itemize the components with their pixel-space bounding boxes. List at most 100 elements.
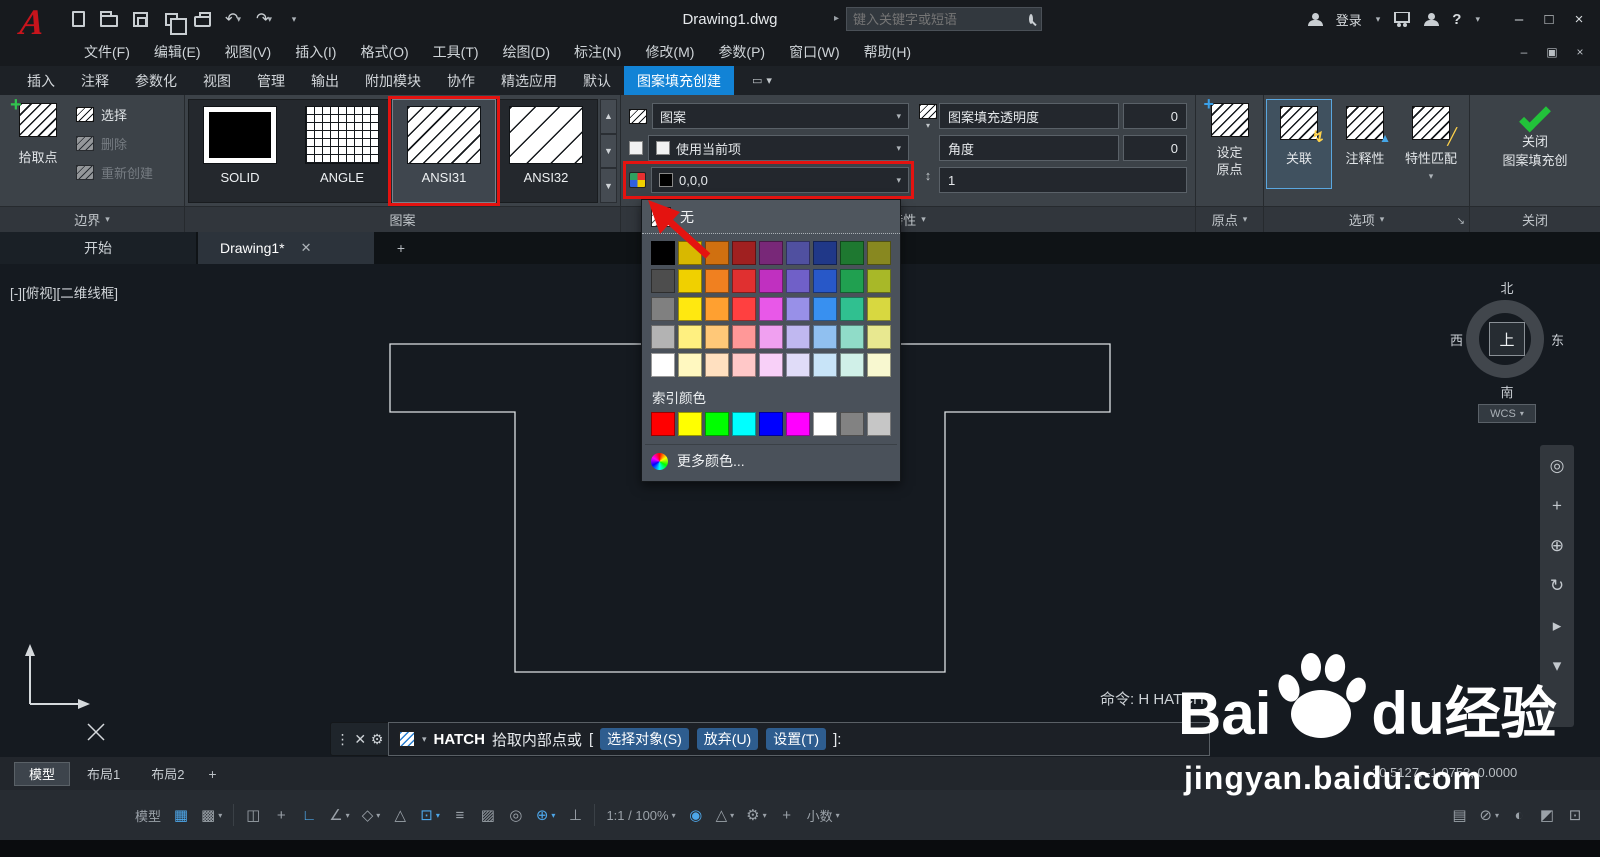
hatch-type-dropdown[interactable]: 图案 ▾ (652, 103, 909, 129)
color-swatch[interactable] (840, 241, 864, 265)
dialog-launcher-icon[interactable]: ↘ (1457, 216, 1465, 227)
auto-annotation-scale-icon[interactable]: △ ▾ (711, 800, 740, 830)
pan-icon[interactable]: + (1544, 493, 1570, 519)
pattern-swatch-angle[interactable]: ANGLE (291, 100, 393, 202)
isolate-objects-icon[interactable]: ◐ (1506, 800, 1532, 830)
command-option[interactable]: 放弃(U) (696, 728, 759, 750)
pick-points-button[interactable]: + 拾取点 (8, 94, 68, 166)
color-swatch[interactable] (786, 297, 810, 321)
quick-properties-icon[interactable]: ▤ (1446, 800, 1472, 830)
color-swatch[interactable] (840, 297, 864, 321)
color-swatch[interactable] (651, 353, 675, 377)
associative-button[interactable]: ↯ 关联 (1266, 99, 1332, 189)
new-drawing-tab-button[interactable]: + (392, 239, 410, 257)
search-icon[interactable] (1029, 14, 1033, 24)
color-swatch[interactable] (759, 353, 783, 377)
ribbon-tab[interactable]: 参数化 (122, 66, 190, 95)
menu-item[interactable]: 绘图(D) (491, 38, 562, 66)
doc-close-button[interactable]: × (1568, 42, 1592, 62)
selection-cycling-icon[interactable]: ◎ (503, 800, 529, 830)
color-swatch[interactable] (651, 325, 675, 349)
dynamic-input-icon[interactable]: + (268, 800, 294, 830)
gallery-expand-button[interactable]: ▼ (600, 168, 617, 204)
show-motion-icon[interactable]: ▸ (1544, 613, 1570, 639)
layout-tab[interactable]: 布局1 (73, 762, 134, 786)
plot-button[interactable] (188, 6, 216, 32)
viewcube-west-label[interactable]: 西 (1450, 330, 1463, 349)
index-color-swatch[interactable] (732, 412, 756, 436)
pattern-swatch-ansi32[interactable]: ANSI32 (495, 100, 597, 202)
object-snap-3d-icon[interactable]: ⊕ ▾ (531, 800, 561, 830)
doc-minimize-button[interactable]: – (1512, 42, 1536, 62)
help-caret-icon[interactable]: ▾ (1475, 14, 1480, 25)
ribbon-tab[interactable]: 注释 (68, 66, 122, 95)
orbit-icon[interactable]: ↻ (1544, 573, 1570, 599)
ribbon-tab[interactable]: 视图 (190, 66, 244, 95)
viewcube-top-face[interactable]: 上 (1489, 322, 1525, 356)
snap-mode-icon[interactable]: ▩ ▾ (196, 800, 227, 830)
viewcube-south-label[interactable]: 南 (1452, 382, 1562, 401)
color-swatch[interactable] (732, 241, 756, 265)
hatch-color-mode-dropdown[interactable]: 使用当前项 ▾ (648, 135, 909, 161)
undo-caret-icon[interactable]: ▾ (236, 14, 241, 25)
minimize-button[interactable]: – (1504, 4, 1534, 34)
object-snap-icon[interactable]: ⊡ ▾ (415, 800, 445, 830)
open-file-button[interactable] (95, 6, 123, 32)
color-swatch[interactable] (786, 353, 810, 377)
ribbon-tab[interactable]: 插入 (14, 66, 68, 95)
color-swatch[interactable] (678, 269, 702, 293)
gallery-down-button[interactable]: ▼ (600, 133, 617, 169)
color-swatch[interactable] (813, 269, 837, 293)
chevron-down-icon[interactable]: ▾ (1429, 171, 1434, 182)
redo-button[interactable]: ↷ ▾ (250, 6, 278, 32)
zoom-icon[interactable]: ⊕ (1544, 533, 1570, 559)
color-swatch[interactable] (867, 241, 891, 265)
customize-command-icon[interactable]: ⚙ (371, 731, 384, 748)
menu-item[interactable]: 窗口(W) (777, 38, 852, 66)
undo-button[interactable]: ↶ ▾ (219, 6, 247, 32)
ribbon-tab[interactable]: 默认 (570, 66, 624, 95)
ribbon-tab[interactable]: 图案填充创建 (624, 66, 734, 95)
color-swatch[interactable] (867, 353, 891, 377)
viewcube-east-label[interactable]: 东 (1551, 330, 1564, 349)
menu-item[interactable]: 帮助(H) (852, 38, 923, 66)
menu-item[interactable]: 插入(I) (283, 38, 348, 66)
doc-restore-button[interactable]: ▣ (1540, 42, 1564, 62)
color-swatch[interactable] (867, 325, 891, 349)
color-swatch[interactable] (786, 269, 810, 293)
color-swatch[interactable] (840, 325, 864, 349)
isometric-drafting-icon[interactable]: ◇ ▾ (357, 800, 386, 830)
color-swatch[interactable] (705, 353, 729, 377)
ribbon-tab[interactable]: 精选应用 (488, 66, 570, 95)
index-color-swatch[interactable] (786, 412, 810, 436)
color-swatch[interactable] (840, 269, 864, 293)
color-swatch[interactable] (705, 297, 729, 321)
color-swatch[interactable] (705, 269, 729, 293)
new-file-button[interactable] (64, 6, 92, 32)
layout-tab[interactable]: 模型 (14, 761, 71, 786)
origin-panel-label[interactable]: 原点 ▾ (1196, 206, 1263, 232)
remove-boundary-button[interactable]: 删除 (76, 134, 153, 153)
annotation-scale[interactable]: 1:1 / 100% ▾ (601, 800, 680, 830)
color-swatch[interactable] (732, 269, 756, 293)
options-panel-label[interactable]: 选项 ▾ ↘ (1264, 206, 1469, 232)
view-cube[interactable]: 北 西 上 东 南 WCS ▾ (1450, 278, 1564, 426)
index-color-swatch[interactable] (813, 412, 837, 436)
color-swatch[interactable] (705, 325, 729, 349)
index-color-swatch[interactable] (840, 412, 864, 436)
command-input[interactable]: ▾ HATCH 拾取内部点或 [ 选择对象(S) 放弃(U) 设置(T) ]: (388, 722, 1210, 756)
index-color-swatch[interactable] (759, 412, 783, 436)
wcs-dropdown[interactable]: WCS ▾ (1478, 404, 1536, 423)
index-color-swatch[interactable] (651, 412, 675, 436)
transparency-value-box[interactable]: 0 (1123, 103, 1187, 129)
object-snap-tracking-icon[interactable]: △ (387, 800, 413, 830)
command-line-grip[interactable]: ⋮ ✕ ⚙ (330, 722, 388, 756)
angle-value-box[interactable]: 0 (1123, 135, 1187, 161)
command-option[interactable]: 选择对象(S) (600, 728, 689, 750)
color-swatch[interactable] (759, 297, 783, 321)
color-swatch[interactable] (813, 297, 837, 321)
color-swatch[interactable] (813, 353, 837, 377)
layout-tab[interactable]: 布局2 (137, 762, 198, 786)
graphics-performance-icon[interactable]: ◩ (1534, 800, 1560, 830)
customize-quick-access-button[interactable]: ▾ (281, 6, 309, 32)
